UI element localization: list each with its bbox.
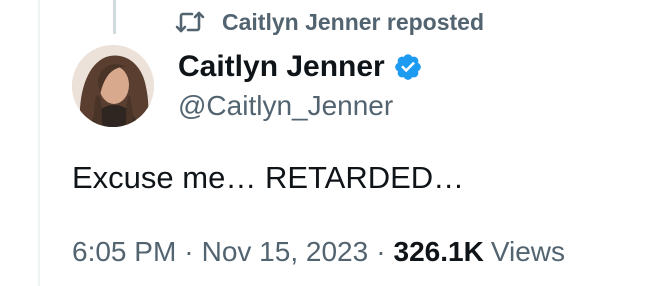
timeline-border <box>38 0 40 286</box>
tweet-date[interactable]: Nov 15, 2023 <box>202 236 369 268</box>
views-label: Views <box>490 236 565 267</box>
meta-separator: · <box>376 236 386 267</box>
tweet-time[interactable]: 6:05 PM <box>72 236 176 268</box>
tweet-text: Excuse me… RETARDED… <box>72 160 465 195</box>
repost-header[interactable]: Caitlyn Jenner reposted <box>172 6 484 38</box>
thread-connector-line <box>113 0 116 34</box>
avatar[interactable] <box>72 45 154 127</box>
verified-badge-icon[interactable] <box>393 52 423 82</box>
tweet-meta: 6:05 PM · Nov 15, 2023 · 326.1K Views <box>72 236 565 268</box>
author-handle[interactable]: @Caitlyn_Jenner <box>178 90 423 122</box>
views-count[interactable]: 326.1K <box>394 236 484 268</box>
author-display-name[interactable]: Caitlyn Jenner <box>178 50 385 84</box>
repost-label[interactable]: Caitlyn Jenner reposted <box>222 9 484 36</box>
meta-separator: · <box>184 236 194 267</box>
author-name-row: Caitlyn Jenner <box>178 46 423 88</box>
author-block: Caitlyn Jenner @Caitlyn_Jenner <box>178 46 423 122</box>
repost-icon <box>172 8 208 36</box>
